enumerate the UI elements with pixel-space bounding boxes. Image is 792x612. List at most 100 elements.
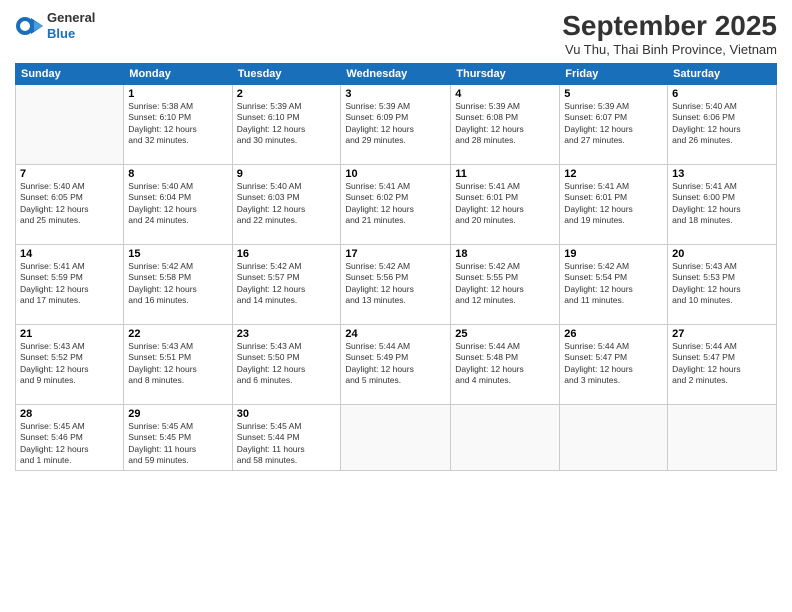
calendar-cell: 24Sunrise: 5:44 AM Sunset: 5:49 PM Dayli… — [341, 325, 451, 405]
day-info: Sunrise: 5:41 AM Sunset: 6:00 PM Dayligh… — [672, 181, 772, 227]
week-row-3: 14Sunrise: 5:41 AM Sunset: 5:59 PM Dayli… — [16, 245, 777, 325]
day-info: Sunrise: 5:38 AM Sunset: 6:10 PM Dayligh… — [128, 101, 227, 147]
calendar-cell: 10Sunrise: 5:41 AM Sunset: 6:02 PM Dayli… — [341, 165, 451, 245]
calendar-cell: 26Sunrise: 5:44 AM Sunset: 5:47 PM Dayli… — [560, 325, 668, 405]
day-info: Sunrise: 5:42 AM Sunset: 5:58 PM Dayligh… — [128, 261, 227, 307]
calendar-cell: 3Sunrise: 5:39 AM Sunset: 6:09 PM Daylig… — [341, 85, 451, 165]
day-info: Sunrise: 5:40 AM Sunset: 6:06 PM Dayligh… — [672, 101, 772, 147]
day-info: Sunrise: 5:45 AM Sunset: 5:45 PM Dayligh… — [128, 421, 227, 467]
day-number: 5 — [564, 88, 663, 100]
logo: General Blue — [15, 10, 95, 41]
day-number: 15 — [128, 248, 227, 260]
day-number: 13 — [672, 168, 772, 180]
day-header-tuesday: Tuesday — [232, 64, 341, 85]
day-number: 6 — [672, 88, 772, 100]
logo-icon — [15, 12, 43, 40]
day-info: Sunrise: 5:42 AM Sunset: 5:56 PM Dayligh… — [345, 261, 446, 307]
calendar-cell: 15Sunrise: 5:42 AM Sunset: 5:58 PM Dayli… — [124, 245, 232, 325]
calendar-cell — [668, 405, 777, 471]
logo-text: General Blue — [47, 10, 95, 41]
day-info: Sunrise: 5:40 AM Sunset: 6:03 PM Dayligh… — [237, 181, 337, 227]
calendar-cell: 20Sunrise: 5:43 AM Sunset: 5:53 PM Dayli… — [668, 245, 777, 325]
day-info: Sunrise: 5:44 AM Sunset: 5:48 PM Dayligh… — [455, 341, 555, 387]
calendar-cell — [560, 405, 668, 471]
day-info: Sunrise: 5:41 AM Sunset: 5:59 PM Dayligh… — [20, 261, 119, 307]
day-number: 24 — [345, 328, 446, 340]
calendar-cell — [16, 85, 124, 165]
calendar-cell — [341, 405, 451, 471]
day-number: 9 — [237, 168, 337, 180]
day-info: Sunrise: 5:41 AM Sunset: 6:01 PM Dayligh… — [455, 181, 555, 227]
calendar-cell: 18Sunrise: 5:42 AM Sunset: 5:55 PM Dayli… — [451, 245, 560, 325]
day-info: Sunrise: 5:43 AM Sunset: 5:52 PM Dayligh… — [20, 341, 119, 387]
day-info: Sunrise: 5:45 AM Sunset: 5:46 PM Dayligh… — [20, 421, 119, 467]
page-header: General Blue September 2025 Vu Thu, Thai… — [15, 10, 777, 57]
calendar-cell: 21Sunrise: 5:43 AM Sunset: 5:52 PM Dayli… — [16, 325, 124, 405]
day-info: Sunrise: 5:42 AM Sunset: 5:55 PM Dayligh… — [455, 261, 555, 307]
day-info: Sunrise: 5:41 AM Sunset: 6:01 PM Dayligh… — [564, 181, 663, 227]
day-info: Sunrise: 5:44 AM Sunset: 5:47 PM Dayligh… — [672, 341, 772, 387]
week-row-1: 1Sunrise: 5:38 AM Sunset: 6:10 PM Daylig… — [16, 85, 777, 165]
day-header-monday: Monday — [124, 64, 232, 85]
day-header-wednesday: Wednesday — [341, 64, 451, 85]
day-number: 20 — [672, 248, 772, 260]
calendar-cell: 12Sunrise: 5:41 AM Sunset: 6:01 PM Dayli… — [560, 165, 668, 245]
day-header-thursday: Thursday — [451, 64, 560, 85]
day-info: Sunrise: 5:39 AM Sunset: 6:10 PM Dayligh… — [237, 101, 337, 147]
day-header-friday: Friday — [560, 64, 668, 85]
calendar-cell: 9Sunrise: 5:40 AM Sunset: 6:03 PM Daylig… — [232, 165, 341, 245]
day-number: 10 — [345, 168, 446, 180]
day-number: 16 — [237, 248, 337, 260]
calendar-cell: 23Sunrise: 5:43 AM Sunset: 5:50 PM Dayli… — [232, 325, 341, 405]
calendar-cell: 2Sunrise: 5:39 AM Sunset: 6:10 PM Daylig… — [232, 85, 341, 165]
calendar-cell: 19Sunrise: 5:42 AM Sunset: 5:54 PM Dayli… — [560, 245, 668, 325]
day-number: 11 — [455, 168, 555, 180]
calendar-cell: 11Sunrise: 5:41 AM Sunset: 6:01 PM Dayli… — [451, 165, 560, 245]
calendar-cell: 8Sunrise: 5:40 AM Sunset: 6:04 PM Daylig… — [124, 165, 232, 245]
calendar-cell: 29Sunrise: 5:45 AM Sunset: 5:45 PM Dayli… — [124, 405, 232, 471]
day-number: 1 — [128, 88, 227, 100]
day-info: Sunrise: 5:41 AM Sunset: 6:02 PM Dayligh… — [345, 181, 446, 227]
day-number: 12 — [564, 168, 663, 180]
day-info: Sunrise: 5:43 AM Sunset: 5:53 PM Dayligh… — [672, 261, 772, 307]
day-info: Sunrise: 5:39 AM Sunset: 6:07 PM Dayligh… — [564, 101, 663, 147]
calendar-cell: 28Sunrise: 5:45 AM Sunset: 5:46 PM Dayli… — [16, 405, 124, 471]
day-number: 22 — [128, 328, 227, 340]
calendar-table: SundayMondayTuesdayWednesdayThursdayFrid… — [15, 63, 777, 471]
day-info: Sunrise: 5:42 AM Sunset: 5:54 PM Dayligh… — [564, 261, 663, 307]
day-number: 17 — [345, 248, 446, 260]
calendar-cell: 14Sunrise: 5:41 AM Sunset: 5:59 PM Dayli… — [16, 245, 124, 325]
calendar-cell: 22Sunrise: 5:43 AM Sunset: 5:51 PM Dayli… — [124, 325, 232, 405]
day-number: 26 — [564, 328, 663, 340]
day-info: Sunrise: 5:43 AM Sunset: 5:51 PM Dayligh… — [128, 341, 227, 387]
day-info: Sunrise: 5:44 AM Sunset: 5:49 PM Dayligh… — [345, 341, 446, 387]
day-number: 21 — [20, 328, 119, 340]
day-info: Sunrise: 5:40 AM Sunset: 6:05 PM Dayligh… — [20, 181, 119, 227]
day-info: Sunrise: 5:40 AM Sunset: 6:04 PM Dayligh… — [128, 181, 227, 227]
week-row-2: 7Sunrise: 5:40 AM Sunset: 6:05 PM Daylig… — [16, 165, 777, 245]
day-info: Sunrise: 5:44 AM Sunset: 5:47 PM Dayligh… — [564, 341, 663, 387]
day-number: 30 — [237, 408, 337, 420]
calendar-cell: 7Sunrise: 5:40 AM Sunset: 6:05 PM Daylig… — [16, 165, 124, 245]
calendar-cell: 1Sunrise: 5:38 AM Sunset: 6:10 PM Daylig… — [124, 85, 232, 165]
day-info: Sunrise: 5:42 AM Sunset: 5:57 PM Dayligh… — [237, 261, 337, 307]
day-number: 4 — [455, 88, 555, 100]
header-row: SundayMondayTuesdayWednesdayThursdayFrid… — [16, 64, 777, 85]
calendar-cell: 4Sunrise: 5:39 AM Sunset: 6:08 PM Daylig… — [451, 85, 560, 165]
calendar-page: General Blue September 2025 Vu Thu, Thai… — [0, 0, 792, 612]
day-number: 2 — [237, 88, 337, 100]
calendar-cell: 17Sunrise: 5:42 AM Sunset: 5:56 PM Dayli… — [341, 245, 451, 325]
day-info: Sunrise: 5:39 AM Sunset: 6:08 PM Dayligh… — [455, 101, 555, 147]
day-number: 23 — [237, 328, 337, 340]
day-number: 27 — [672, 328, 772, 340]
day-number: 8 — [128, 168, 227, 180]
calendar-cell: 6Sunrise: 5:40 AM Sunset: 6:06 PM Daylig… — [668, 85, 777, 165]
day-number: 14 — [20, 248, 119, 260]
day-number: 19 — [564, 248, 663, 260]
page-subtitle: Vu Thu, Thai Binh Province, Vietnam — [562, 42, 777, 57]
day-number: 25 — [455, 328, 555, 340]
calendar-cell — [451, 405, 560, 471]
day-info: Sunrise: 5:43 AM Sunset: 5:50 PM Dayligh… — [237, 341, 337, 387]
day-info: Sunrise: 5:45 AM Sunset: 5:44 PM Dayligh… — [237, 421, 337, 467]
day-number: 28 — [20, 408, 119, 420]
